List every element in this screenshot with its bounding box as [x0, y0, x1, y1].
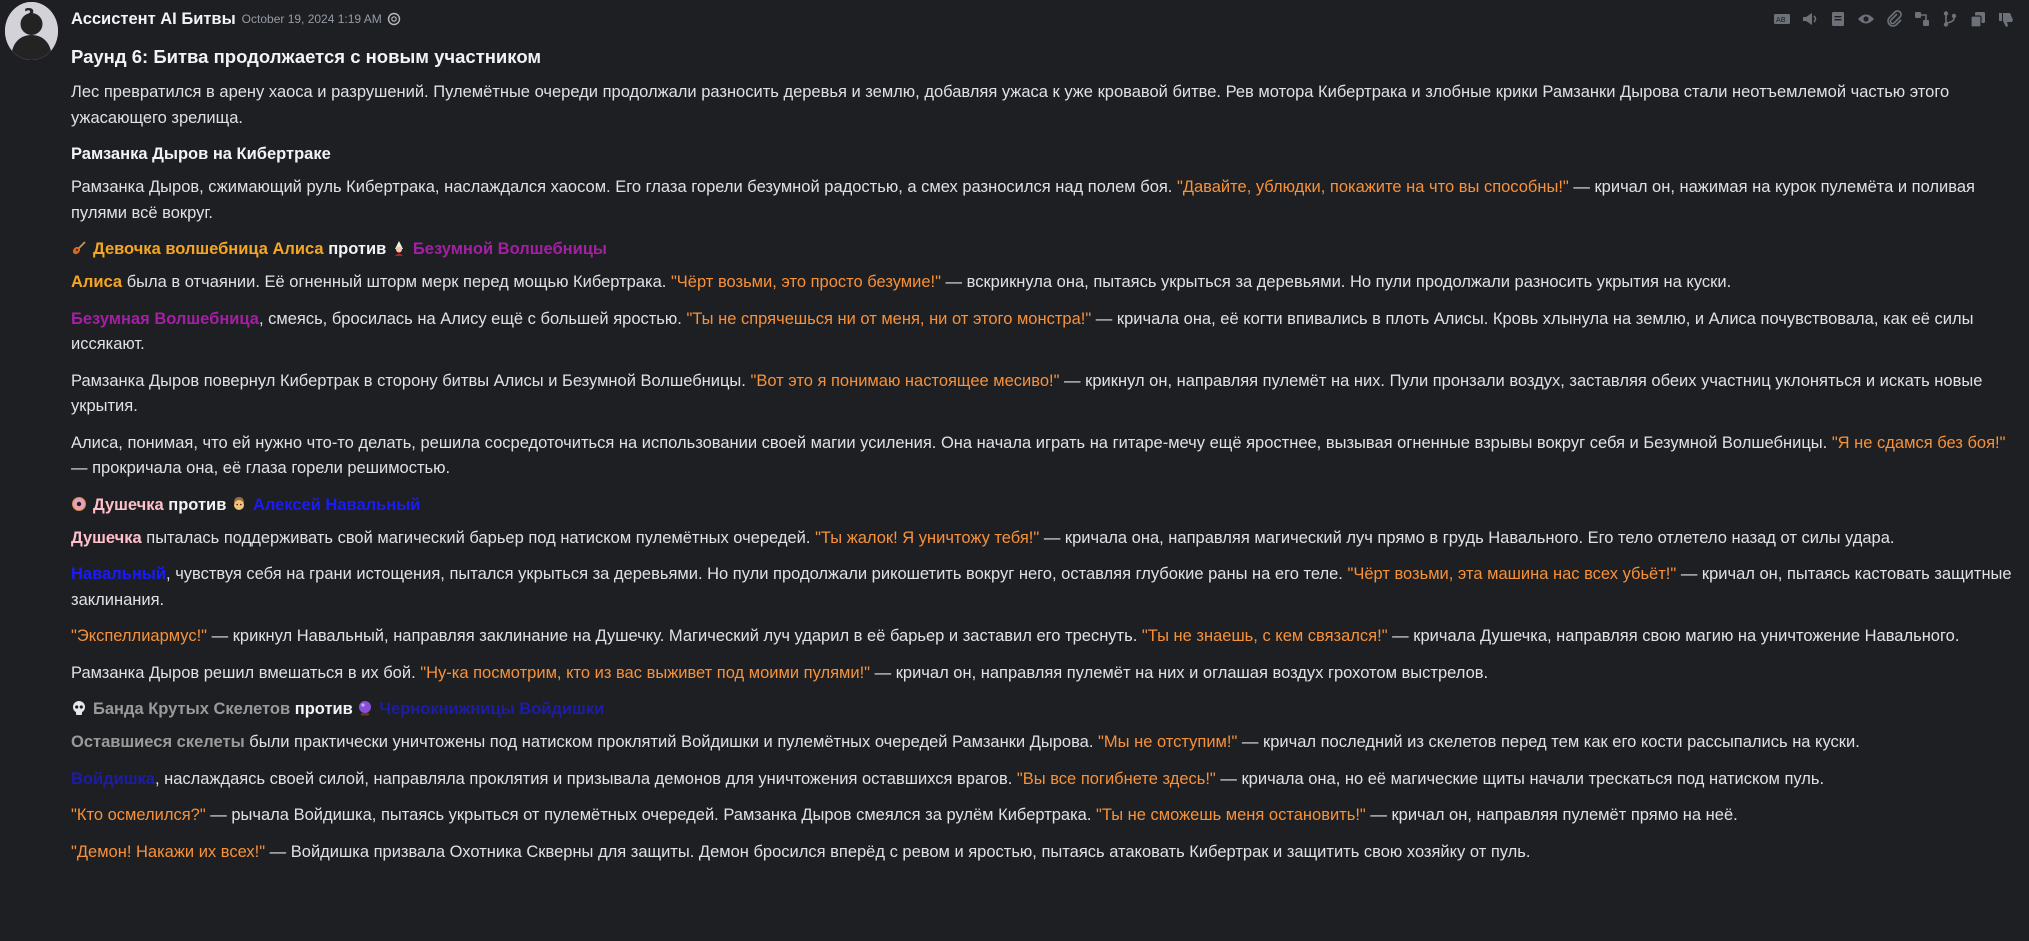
translate-icon[interactable]: AB: [1772, 9, 1792, 29]
skull-icon: [71, 700, 87, 716]
paragraph: Войдишка, наслаждаясь своей силой, напра…: [71, 769, 1825, 788]
branch-icon[interactable]: [1940, 9, 1960, 29]
svg-text:?: ?: [24, 5, 34, 26]
section-heading-ramzanka: Рамзанка Дыров на Кибертраке: [71, 145, 331, 163]
speaker-icon[interactable]: [1800, 9, 1820, 29]
battle-heading-dush-vs-navalny: Душечка против Алексей Навальный: [71, 493, 2016, 517]
paragraph: Оставшиеся скелеты были практически унич…: [71, 733, 1860, 751]
paragraph: Душечка пыталась поддерживать свой магич…: [71, 528, 1895, 547]
attachment-icon[interactable]: [1884, 9, 1904, 29]
message-header: Ассистент AI Битвы October 19, 2024 1:19…: [71, 0, 2016, 38]
paragraph: "Кто осмелился?" — рычала Войдишка, пыта…: [71, 806, 1738, 824]
paragraph: Рамзанка Дыров, сжимающий руль Кибертрак…: [71, 178, 1975, 222]
intro-paragraph: Лес превратился в арену хаоса и разрушен…: [71, 83, 1950, 127]
guitar-icon: [71, 240, 87, 256]
paragraph: Навальный, чувствуя себя на грани истоще…: [71, 565, 2012, 609]
chat-message: ? Ассистент AI Битвы October 19, 2024 1:…: [0, 0, 2029, 941]
author-name[interactable]: Ассистент AI Битвы: [71, 10, 236, 29]
document-icon[interactable]: [1828, 9, 1848, 29]
crystal-ball-icon: [357, 700, 373, 716]
mage-icon: [391, 240, 407, 256]
openai-icon: [387, 12, 400, 26]
paragraph: Алиса, понимая, что ей нужно что-то дела…: [71, 433, 2006, 478]
avatar[interactable]: ?: [5, 2, 58, 60]
paragraph: Алиса была в отчаянии. Её огненный шторм…: [71, 273, 1732, 291]
paragraph: Безумная Волшебница, смеясь, бросилась н…: [71, 309, 1974, 354]
paragraph: "Экспеллиармус!" — крикнул Навальный, на…: [71, 627, 1960, 645]
svg-text:AB: AB: [1776, 16, 1786, 24]
fork-icon[interactable]: [1912, 9, 1932, 29]
message-toolbar: AB: [1764, 9, 2016, 29]
message-content: Ассистент AI Битвы October 19, 2024 1:19…: [71, 0, 2016, 876]
paragraph: "Демон! Накажи их всех!" — Войдишка приз…: [71, 842, 1531, 861]
donut-icon: [71, 496, 87, 512]
thumbs-down-icon[interactable]: [1996, 9, 2016, 29]
battle-heading-skeletons-vs-voidishka: Банда Крутых Скелетов против Чернокнижни…: [71, 697, 2016, 721]
paragraph: Рамзанка Дыров повернул Кибертрак в стор…: [71, 371, 1983, 416]
paragraph: Рамзанка Дыров решил вмешаться в их бой.…: [71, 663, 1489, 682]
battle-heading-alice-vs-mad: Девочка волшебница Алиса против Безумной…: [71, 237, 2016, 261]
eye-icon[interactable]: [1856, 9, 1876, 29]
copy-icon[interactable]: [1968, 9, 1988, 29]
round-title: Раунд 6: Битва продолжается с новым учас…: [71, 46, 542, 67]
timestamp: October 19, 2024 1:19 AM: [241, 12, 382, 26]
person-icon: [231, 496, 247, 512]
